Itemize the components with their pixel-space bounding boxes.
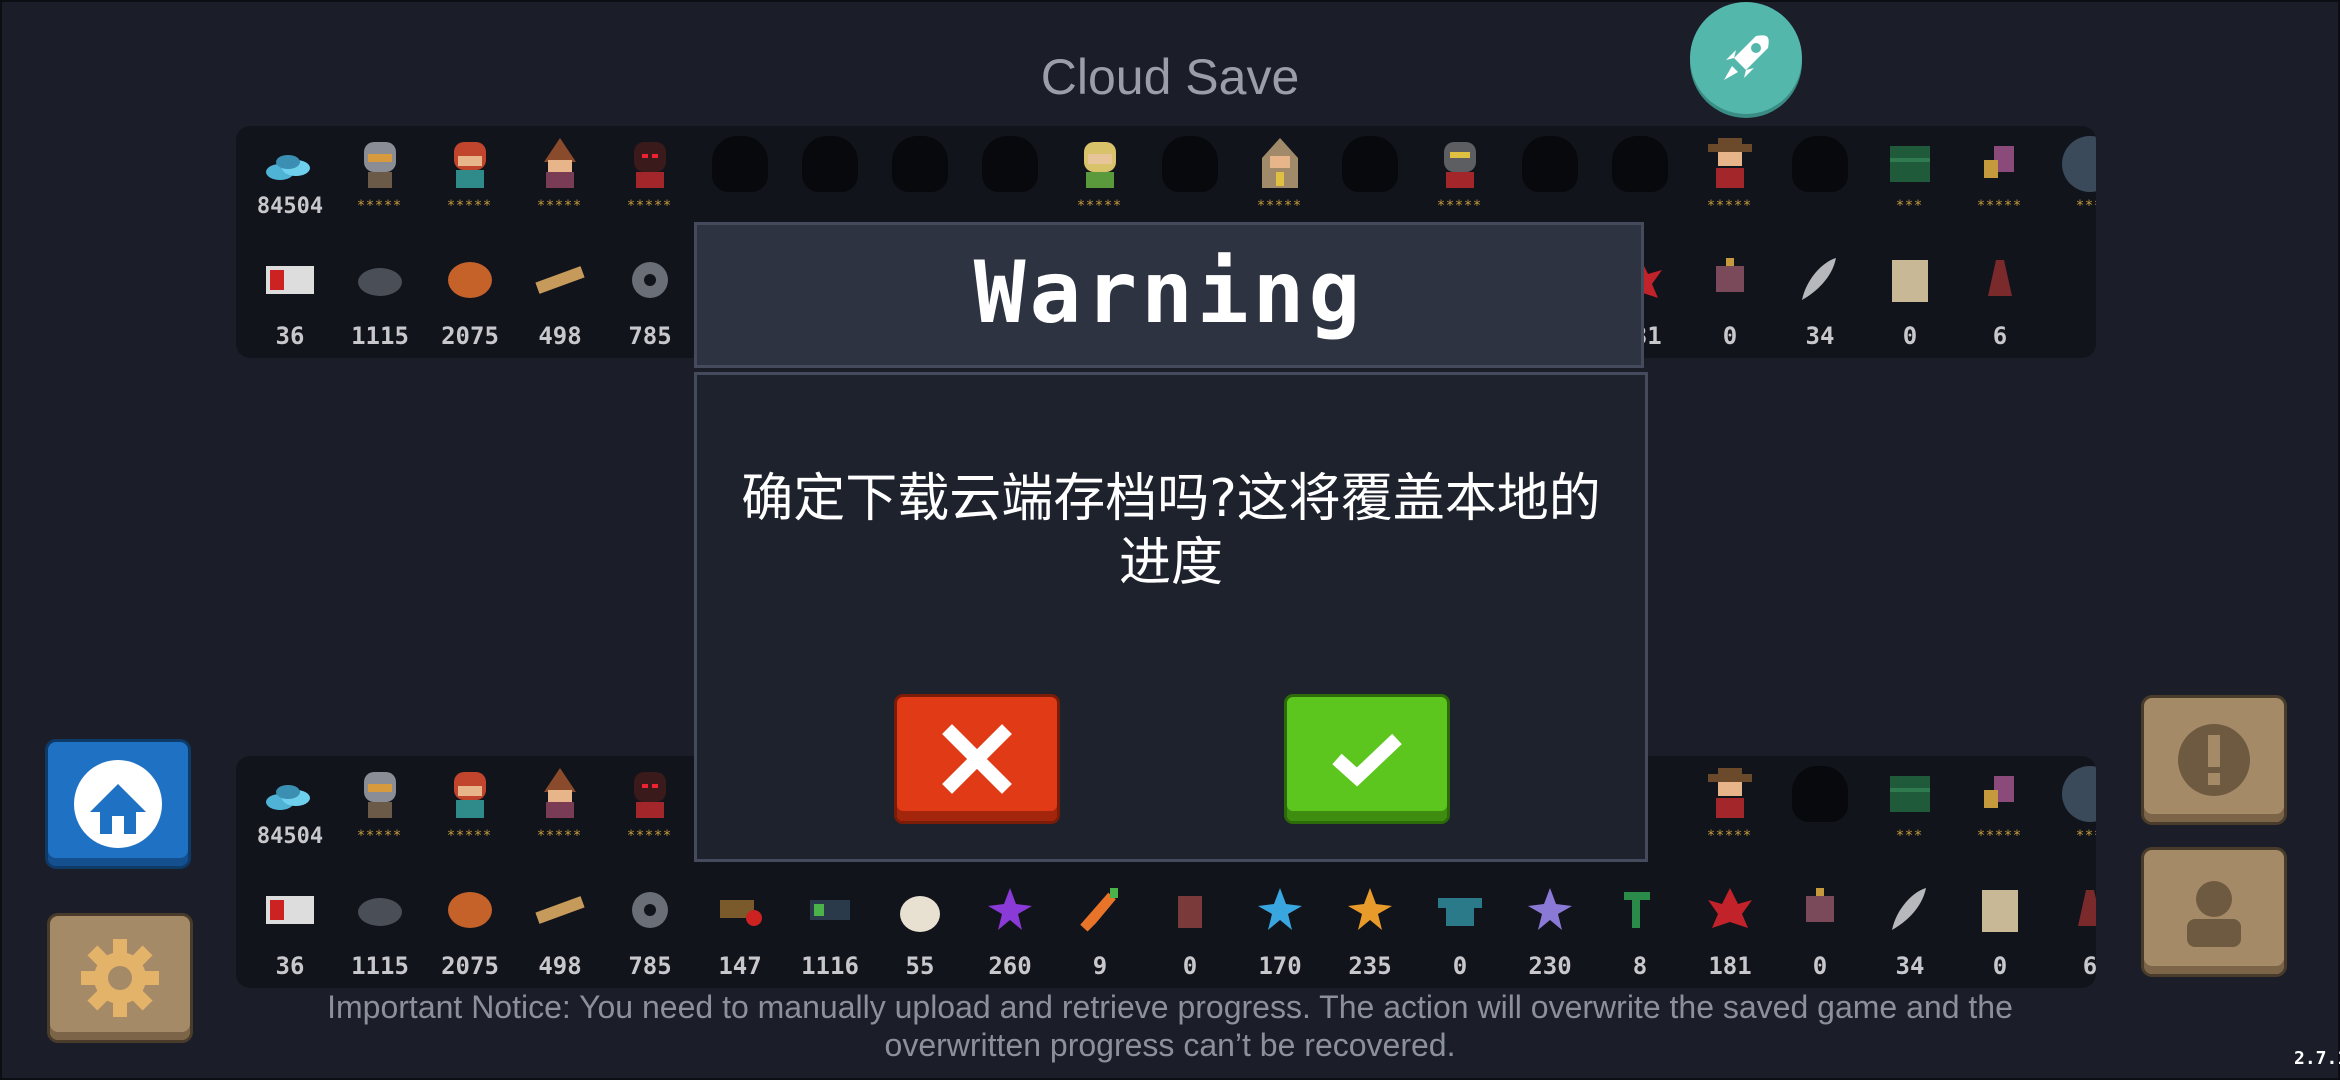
dialog-title: Warning <box>973 243 1365 343</box>
confirm-button[interactable] <box>1287 697 1447 821</box>
warning-dialog: Warning 确定下载云端存档吗?这将覆盖本地的进度 <box>0 0 2340 1080</box>
dialog-message: 确定下载云端存档吗?这将覆盖本地的进度 <box>741 469 1601 593</box>
dialog-header: Warning <box>694 222 1644 368</box>
dialog-body: 确定下载云端存档吗?这将覆盖本地的进度 <box>694 372 1648 862</box>
close-icon <box>942 724 1012 794</box>
cancel-button[interactable] <box>897 697 1057 821</box>
check-icon <box>1332 733 1402 787</box>
